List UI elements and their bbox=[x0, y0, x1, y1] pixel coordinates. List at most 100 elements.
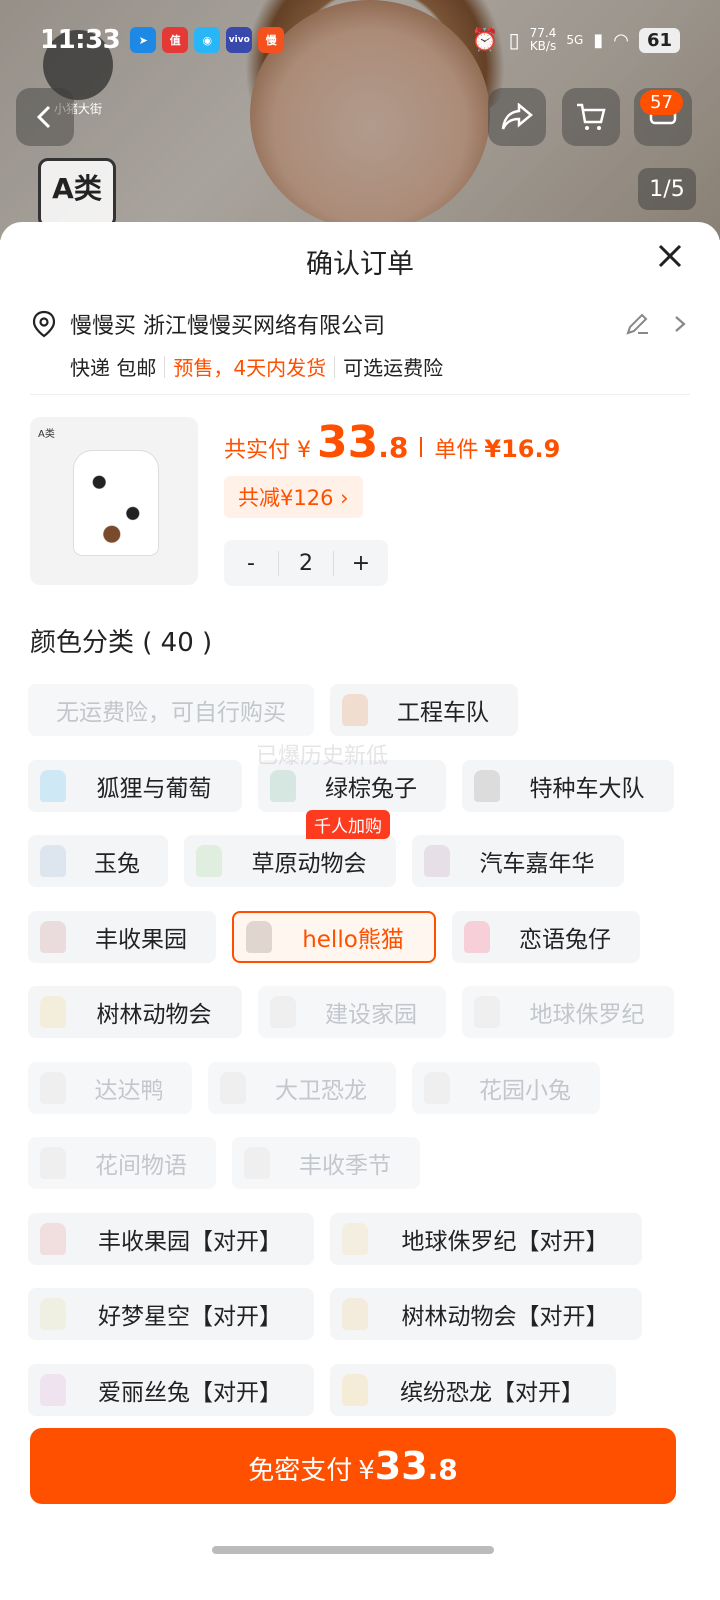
status-bar: 11:33 ➤ 值 ◉ vivo 慢 ⏰ ▯ 77.4 KB/s 5G ▮ ◠ … bbox=[0, 18, 720, 62]
maps-app-icon: ➤ bbox=[130, 27, 157, 53]
variant-thumb-icon bbox=[462, 986, 512, 1038]
address-section[interactable]: 慢慢买 浙江慢慢买网络有限公司 快递 包邮 预售，4天内发货 可选运费险 bbox=[30, 308, 690, 381]
close-icon[interactable] bbox=[652, 238, 688, 274]
variant-chip[interactable]: 地球侏罗纪【对开】 bbox=[330, 1213, 642, 1265]
variant-chip[interactable]: 缤纷恐龙【对开】 bbox=[330, 1364, 616, 1416]
variant-chip[interactable]: 恋语兔仔 bbox=[452, 911, 640, 963]
variant-chip[interactable]: 草原动物会 bbox=[184, 835, 396, 887]
variant-label: 花间物语 bbox=[95, 1153, 187, 1179]
variant-chip[interactable]: 丰收季节 bbox=[232, 1137, 420, 1189]
variant-label: 玉兔 bbox=[94, 851, 140, 877]
variant-chip[interactable]: 花园小兔 bbox=[412, 1062, 600, 1114]
qq-browser-icon: ◉ bbox=[194, 27, 221, 53]
cart-icon bbox=[577, 103, 606, 130]
variant-thumb-icon bbox=[28, 1213, 78, 1265]
share-icon bbox=[501, 103, 533, 130]
pay-label: 免密支付 bbox=[248, 1456, 353, 1486]
thumbnail-badge: A类 bbox=[38, 429, 55, 440]
variant-label: 树林动物会 bbox=[96, 1002, 212, 1028]
variant-label: 恋语兔仔 bbox=[519, 927, 611, 953]
variant-thumb-icon bbox=[258, 986, 308, 1038]
variant-thumb-icon bbox=[28, 1137, 78, 1189]
variant-thumb-icon bbox=[330, 1288, 380, 1340]
variant-thumb-icon bbox=[412, 1062, 462, 1114]
quantity-value[interactable]: 2 bbox=[278, 550, 334, 576]
variant-chip[interactable]: 玉兔 bbox=[28, 835, 168, 887]
speed-unit: KB/s bbox=[529, 39, 557, 53]
variant-chip[interactable]: 爱丽丝兔【对开】 bbox=[28, 1364, 314, 1416]
total-price-row: 共实付 ¥ 33 .8 单件 ¥16.9 bbox=[224, 417, 560, 468]
variant-chip[interactable]: 达达鸭 bbox=[28, 1062, 192, 1114]
variant-label: 狐狸与葡萄 bbox=[96, 776, 212, 802]
variant-chip[interactable]: 狐狸与葡萄 bbox=[28, 760, 242, 812]
product-thumbnail: A类 bbox=[30, 417, 198, 585]
variant-thumb-icon bbox=[330, 1364, 380, 1416]
variant-label: 丰收果园 bbox=[95, 927, 187, 953]
romper-image bbox=[74, 451, 158, 555]
back-arrow-icon bbox=[36, 105, 51, 129]
grade-badge-label: A类 bbox=[52, 172, 102, 205]
variant-thumb-icon bbox=[28, 1062, 78, 1114]
notification-icons: ➤ 值 ◉ vivo 慢 bbox=[130, 27, 285, 53]
variant-chip[interactable]: 地球侏罗纪 bbox=[462, 986, 674, 1038]
variant-chip[interactable]: 汽车嘉年华 bbox=[412, 835, 624, 887]
edit-icon[interactable] bbox=[624, 311, 650, 337]
variant-label: 丰收果园【对开】 bbox=[98, 1229, 282, 1255]
variant-label: 地球侏罗纪【对开】 bbox=[401, 1229, 609, 1255]
decrease-button[interactable]: - bbox=[224, 551, 278, 576]
increase-button[interactable]: + bbox=[334, 551, 388, 576]
section-divider bbox=[30, 394, 690, 395]
variant-chip[interactable]: 好梦星空【对开】 bbox=[28, 1288, 314, 1340]
variant-label: 无运费险，可自行购买 bbox=[56, 700, 286, 726]
home-indicator[interactable] bbox=[212, 1546, 494, 1554]
variant-thumb-icon bbox=[330, 1213, 380, 1265]
variant-thumb-icon bbox=[234, 911, 284, 963]
discount-button[interactable]: 共减¥126 › bbox=[224, 476, 363, 518]
variants-title: 颜色分类 ( 40 ) bbox=[30, 628, 213, 658]
variant-thumb-icon bbox=[28, 1364, 78, 1416]
battery-indicator: 61 bbox=[638, 27, 680, 53]
popular-badge: 千人加购 bbox=[306, 810, 390, 839]
divider bbox=[164, 355, 166, 378]
variant-chip[interactable]: 无运费险，可自行购买 bbox=[28, 684, 314, 736]
variant-chip[interactable]: 花间物语 bbox=[28, 1137, 216, 1189]
cart-button[interactable] bbox=[562, 88, 620, 146]
variant-thumb-icon bbox=[28, 911, 78, 963]
pay-int: 33 bbox=[374, 1444, 428, 1488]
image-pager: 1/5 bbox=[638, 168, 696, 210]
variant-chip[interactable]: 树林动物会【对开】 bbox=[330, 1288, 642, 1340]
variant-label: 花园小兔 bbox=[479, 1078, 571, 1104]
variant-thumb-icon bbox=[184, 835, 234, 887]
variant-chip[interactable]: 大卫恐龙 bbox=[208, 1062, 396, 1114]
total-dec: .8 bbox=[378, 431, 409, 464]
variant-thumb-icon bbox=[28, 986, 78, 1038]
variant-label: 工程车队 bbox=[397, 700, 489, 726]
pay-button[interactable]: 免密支付 ¥ 33 .8 bbox=[30, 1428, 676, 1504]
variant-thumb-icon bbox=[28, 835, 78, 887]
wifi-icon: ◠ bbox=[613, 29, 629, 51]
variant-label: 绿棕兔子 bbox=[325, 776, 417, 802]
variant-chip-selected[interactable]: hello熊猫 bbox=[232, 911, 436, 963]
variant-thumb-icon bbox=[28, 1288, 78, 1340]
address-name: 慢慢买 浙江慢慢买网络有限公司 bbox=[70, 314, 385, 339]
variant-chip[interactable]: 丰收果园【对开】 bbox=[28, 1213, 314, 1265]
variant-thumb-icon bbox=[232, 1137, 282, 1189]
variant-chip[interactable]: 丰收果园 bbox=[28, 911, 216, 963]
variant-chip[interactable]: 特种车大队 bbox=[462, 760, 674, 812]
insurance-option[interactable]: 可选运费险 bbox=[343, 352, 443, 381]
product-summary: A类 共实付 ¥ 33 .8 单件 ¥16.9 共减¥126 › - 2 + bbox=[30, 417, 690, 587]
back-button[interactable] bbox=[16, 88, 74, 146]
variant-thumb-icon bbox=[28, 760, 78, 812]
chevron-right-icon[interactable] bbox=[670, 314, 690, 334]
variant-chip[interactable]: 建设家园 bbox=[258, 986, 446, 1038]
grade-badge: A类 bbox=[38, 158, 116, 228]
variant-label: 汽车嘉年华 bbox=[479, 851, 595, 877]
variant-label: 爱丽丝兔【对开】 bbox=[98, 1380, 282, 1406]
share-button[interactable] bbox=[488, 88, 546, 146]
variant-chip[interactable]: 工程车队 bbox=[330, 684, 518, 736]
presale-notice: 预售，4天内发货 bbox=[173, 356, 327, 380]
manmanmai-app-icon: 慢 bbox=[258, 27, 285, 53]
variant-chip[interactable]: 树林动物会 bbox=[28, 986, 242, 1038]
variant-thumb-icon bbox=[330, 684, 380, 736]
signal-icon: ▮ bbox=[593, 29, 604, 51]
